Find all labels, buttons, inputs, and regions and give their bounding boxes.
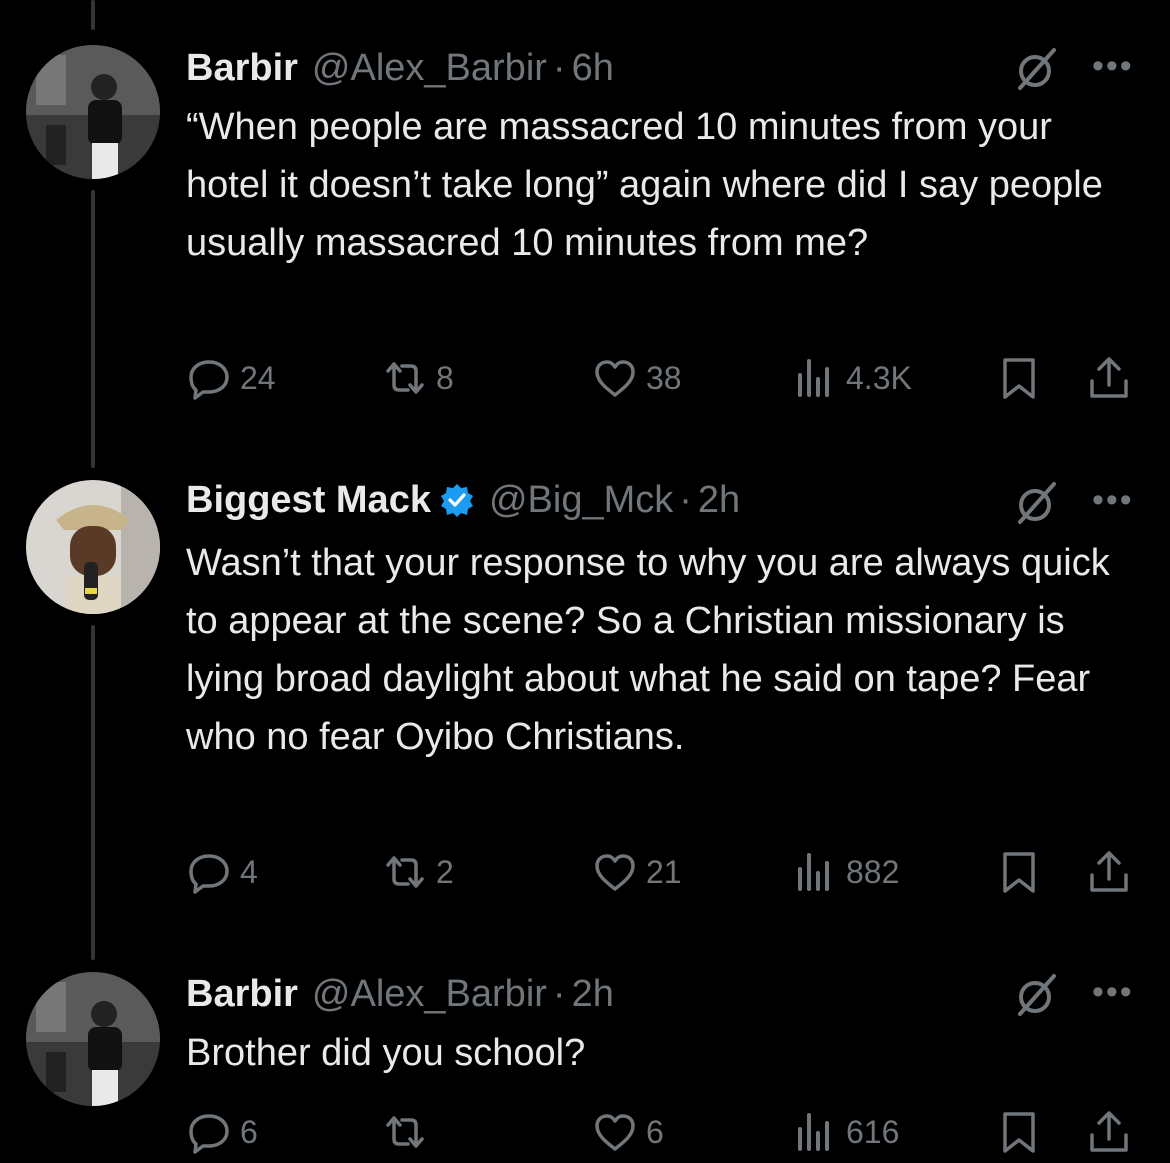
display-name[interactable]: Barbir [186, 46, 298, 90]
retweet-button[interactable]: 2 [382, 846, 454, 898]
tweet[interactable]: Biggest Mack @Big_Mck · 2h ••• Wasn’t th… [0, 440, 1170, 950]
handle[interactable]: @Alex_Barbir [312, 972, 547, 1016]
views-count: 882 [846, 853, 900, 890]
display-name[interactable]: Barbir [186, 972, 298, 1016]
separator-dot: · [552, 47, 566, 89]
reply-icon [189, 1114, 229, 1154]
bookmark-icon [1003, 1112, 1035, 1153]
verified-badge-icon [440, 484, 473, 517]
tweet-header: Barbir @Alex_Barbir · 6h [186, 46, 614, 90]
reply-icon [189, 854, 229, 894]
reply-icon [189, 360, 229, 400]
like-icon [595, 1114, 635, 1151]
retweet-count: 8 [436, 359, 454, 396]
grok-icon[interactable] [1014, 972, 1060, 1018]
bookmark-icon [1003, 852, 1035, 893]
like-button[interactable]: 38 [592, 352, 682, 404]
tweet[interactable]: Barbir @Alex_Barbir · 2h ••• Brother did… [0, 950, 1170, 1163]
reply-count: 24 [240, 359, 276, 396]
bookmark-button[interactable] [996, 352, 1042, 404]
avatar[interactable] [26, 45, 160, 179]
handle[interactable]: @Alex_Barbir [312, 46, 547, 90]
tweet[interactable]: Barbir @Alex_Barbir · 6h ••• “When peopl… [0, 0, 1170, 440]
share-icon [1090, 1111, 1128, 1152]
share-icon [1090, 357, 1128, 398]
like-count: 38 [646, 359, 682, 396]
avatar[interactable] [26, 480, 160, 614]
bookmark-button[interactable] [996, 1106, 1042, 1158]
like-count: 6 [646, 1113, 664, 1150]
more-icon[interactable]: ••• [1092, 49, 1134, 83]
share-button[interactable] [1086, 1106, 1132, 1158]
tweet-text: “When people are massacred 10 minutes fr… [186, 106, 1103, 264]
handle[interactable]: @Big_Mck [489, 478, 673, 522]
views-icon [798, 853, 829, 891]
like-icon [595, 360, 635, 397]
like-count: 21 [646, 853, 682, 890]
like-button[interactable]: 21 [592, 846, 682, 898]
avatar[interactable] [26, 972, 160, 1106]
tweet-text: Brother did you school? [186, 1032, 586, 1074]
views-button[interactable]: 4.3K [792, 352, 912, 404]
reply-count: 6 [240, 1113, 258, 1150]
share-button[interactable] [1086, 846, 1132, 898]
share-icon [1090, 851, 1128, 892]
tweet-header: Biggest Mack @Big_Mck · 2h [186, 478, 740, 522]
share-button[interactable] [1086, 352, 1132, 404]
retweet-icon [386, 1116, 424, 1148]
tweet-actions: 6 6 616 [186, 1106, 1146, 1158]
more-icon[interactable]: ••• [1092, 975, 1134, 1009]
views-button[interactable]: 616 [792, 1106, 899, 1158]
timestamp[interactable]: 6h [572, 46, 614, 90]
reply-button[interactable]: 4 [186, 846, 258, 898]
grok-icon[interactable] [1014, 46, 1060, 92]
bookmark-icon [1003, 358, 1035, 399]
tweet-text: Wasn’t that your response to why you are… [186, 542, 1110, 758]
views-icon [798, 1113, 829, 1151]
retweet-button[interactable] [382, 1106, 436, 1158]
reply-button[interactable]: 6 [186, 1106, 258, 1158]
tweet-header: Barbir @Alex_Barbir · 2h [186, 972, 614, 1016]
tweet-actions: 24 8 38 4.3K [186, 352, 1146, 404]
views-button[interactable]: 882 [792, 846, 899, 898]
grok-icon[interactable] [1014, 480, 1060, 526]
separator-dot: · [679, 479, 692, 521]
retweet-icon [386, 856, 424, 888]
views-count: 4.3K [846, 359, 912, 396]
reply-count: 4 [240, 853, 258, 890]
retweet-count: 2 [436, 853, 454, 890]
display-name[interactable]: Biggest Mack [186, 478, 431, 522]
retweet-icon [386, 362, 424, 394]
like-button[interactable]: 6 [592, 1106, 664, 1158]
timestamp[interactable]: 2h [572, 972, 614, 1016]
reply-button[interactable]: 24 [186, 352, 276, 404]
like-icon [595, 854, 635, 891]
tweet-actions: 4 2 21 882 [186, 846, 1146, 898]
more-icon[interactable]: ••• [1092, 483, 1134, 517]
retweet-button[interactable]: 8 [382, 352, 454, 404]
bookmark-button[interactable] [996, 846, 1042, 898]
views-count: 616 [846, 1113, 900, 1150]
separator-dot: · [552, 973, 566, 1015]
views-icon [798, 359, 829, 397]
timestamp[interactable]: 2h [698, 478, 740, 522]
